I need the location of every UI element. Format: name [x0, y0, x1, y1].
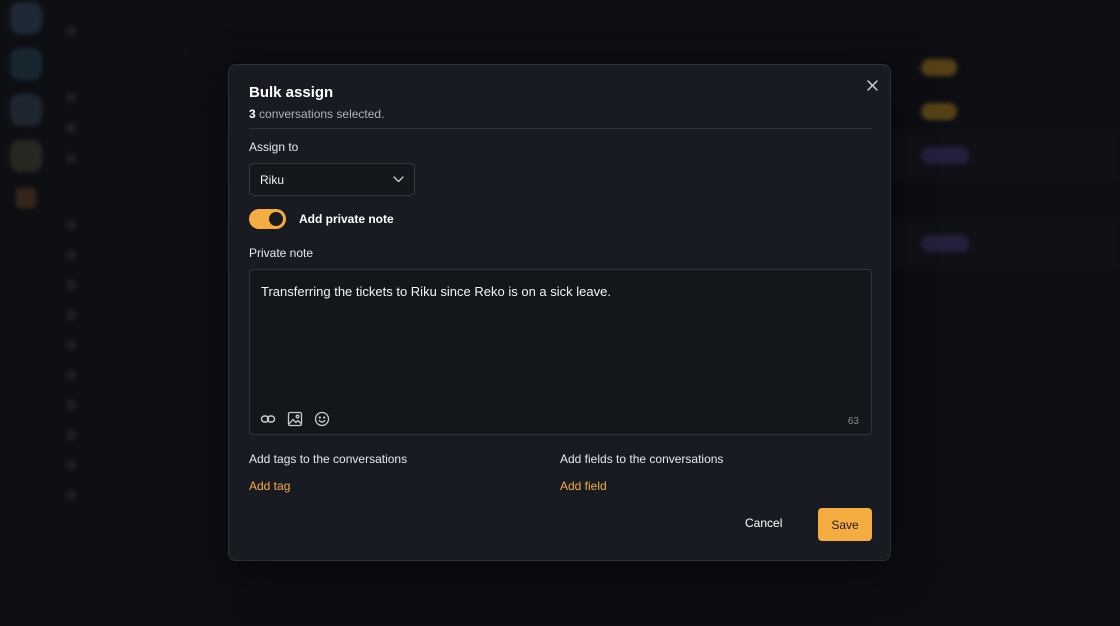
private-note-text[interactable]: Transferring the tickets to Riku since R… [261, 284, 611, 299]
character-count: 63 [847, 416, 859, 427]
selected-suffix: conversations selected. [255, 107, 385, 121]
insert-emoji-button[interactable] [313, 410, 331, 428]
save-button[interactable]: Save [818, 508, 872, 541]
close-button[interactable] [863, 76, 881, 94]
add-field-link[interactable]: Add field [560, 479, 607, 493]
toggle-knob [269, 212, 283, 226]
selected-count: 3 [249, 107, 256, 121]
private-note-label: Private note [249, 246, 314, 260]
close-icon [866, 79, 878, 91]
image-icon [287, 411, 303, 427]
modal-title: Bulk assign [249, 84, 334, 101]
tags-label: Add tags to the conversations [249, 452, 408, 466]
insert-link-button[interactable] [259, 410, 277, 428]
assignee-value: Riku [260, 172, 285, 187]
bulk-assign-modal: Bulk assign 3 conversations selected. As… [228, 64, 891, 561]
fields-label: Add fields to the conversations [560, 452, 724, 466]
private-note-editor[interactable]: Transferring the tickets to Riku since R… [249, 269, 872, 435]
assignee-select[interactable]: Riku [249, 163, 415, 196]
insert-image-button[interactable] [286, 410, 304, 428]
private-note-toggle-label: Add private note [299, 212, 394, 226]
selection-summary: 3 conversations selected. [249, 107, 384, 121]
private-note-toggle[interactable] [249, 209, 286, 229]
link-icon [260, 415, 276, 423]
cancel-button[interactable]: Cancel [745, 516, 782, 530]
divider [249, 128, 872, 129]
assign-to-label: Assign to [249, 140, 299, 154]
note-toolbar [259, 410, 331, 428]
chevron-down-icon [393, 176, 404, 183]
emoji-icon [314, 411, 330, 427]
add-tag-link[interactable]: Add tag [249, 479, 290, 493]
